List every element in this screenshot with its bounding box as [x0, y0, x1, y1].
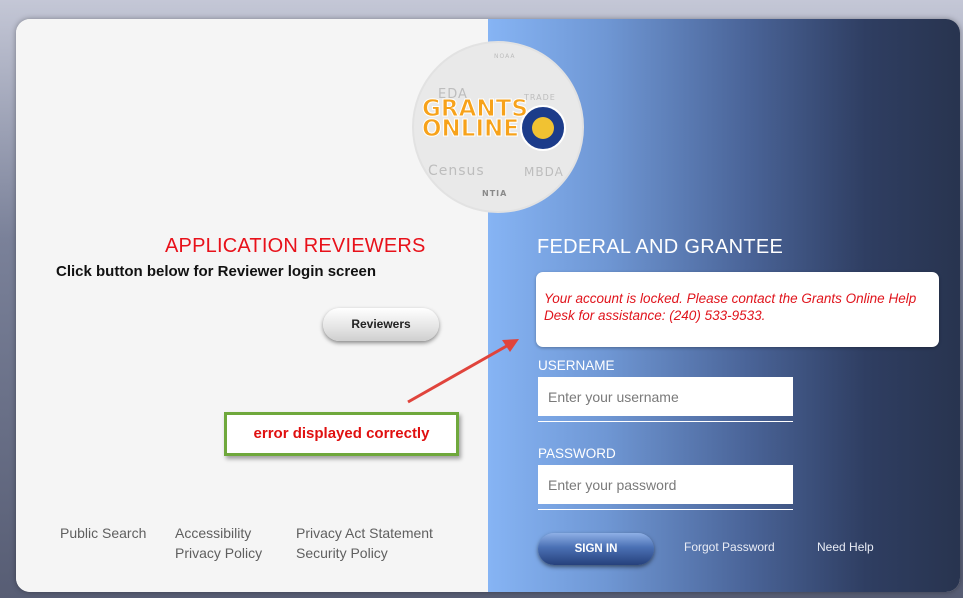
need-help-link[interactable]: Need Help: [817, 540, 874, 554]
password-label: PASSWORD: [538, 446, 616, 461]
sign-in-button[interactable]: SIGN IN: [538, 533, 654, 565]
username-underline: [538, 421, 793, 422]
username-input[interactable]: [538, 377, 793, 416]
logo-noaa-text: NOAA: [494, 53, 516, 60]
logo-ntia-text: NTIA: [482, 189, 508, 198]
logo-online-text: ONLINE: [422, 116, 520, 142]
public-search-link[interactable]: Public Search: [60, 523, 146, 543]
reviewers-button[interactable]: Reviewers: [323, 308, 439, 341]
grants-online-logo: EDA NOAA TRADE Census MBDA NTIA GRANTS O…: [412, 41, 584, 213]
reviewers-instructions: Click button below for Reviewer login sc…: [56, 263, 377, 280]
privacy-policy-link[interactable]: Privacy Policy: [175, 543, 262, 563]
forgot-password-link[interactable]: Forgot Password: [684, 540, 775, 554]
error-text: Your account is locked. Please contact t…: [544, 291, 917, 323]
login-error-message: Your account is locked. Please contact t…: [536, 272, 939, 347]
annotation-callout: error displayed correctly: [224, 412, 459, 456]
login-card: EDA NOAA TRADE Census MBDA NTIA GRANTS O…: [16, 19, 960, 592]
logo-census-text: Census: [428, 163, 485, 179]
logo-wordmark: GRANTS ONLINE: [422, 97, 529, 142]
logo-trade-text: TRADE: [524, 93, 556, 102]
password-input[interactable]: [538, 465, 793, 504]
federal-grantee-heading: FEDERAL AND GRANTEE: [537, 236, 784, 258]
commerce-seal-icon: [520, 105, 566, 151]
logo-mbda-text: MBDA: [524, 165, 564, 179]
password-underline: [538, 509, 793, 510]
reviewers-heading: APPLICATION REVIEWERS: [165, 235, 426, 257]
logo-seal-ring: EDA NOAA TRADE Census MBDA NTIA GRANTS O…: [412, 41, 584, 213]
accessibility-link[interactable]: Accessibility: [175, 523, 251, 543]
privacy-act-link[interactable]: Privacy Act Statement: [296, 523, 433, 543]
username-label: USERNAME: [538, 358, 615, 373]
security-policy-link[interactable]: Security Policy: [296, 543, 388, 563]
seal-shield-icon: [532, 117, 554, 139]
